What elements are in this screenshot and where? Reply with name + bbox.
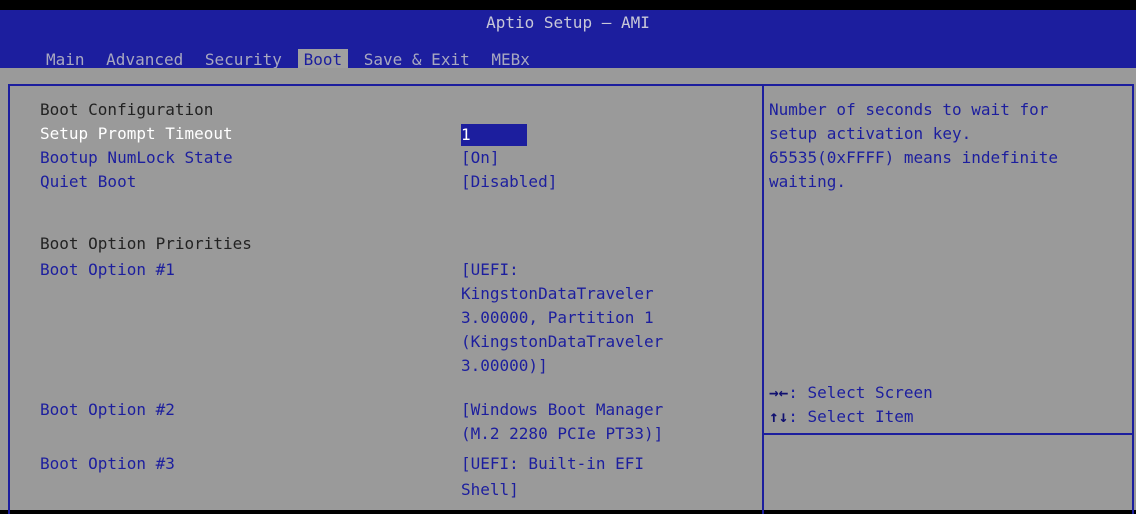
- app-title: Aptio Setup – AMI: [486, 13, 650, 32]
- boot-option-2-label[interactable]: Boot Option #2: [40, 398, 175, 422]
- bios-setup-screen: Aptio Setup – AMI Main Advanced Security…: [0, 0, 1136, 514]
- help-text-line: waiting.: [769, 172, 847, 191]
- header-bar: Aptio Setup – AMI Main Advanced Security…: [0, 10, 1136, 71]
- section-title-boot-configuration: Boot Configuration: [40, 100, 214, 119]
- vertical-divider: [762, 84, 764, 514]
- key-select-item: ↑↓: Select Item: [769, 405, 933, 429]
- key-select-item-text: : Select Item: [788, 407, 914, 426]
- bootup-numlock-label[interactable]: Bootup NumLock State: [40, 146, 233, 170]
- boot-option-1-value-line[interactable]: (KingstonDataTraveler: [461, 330, 663, 354]
- key-select-screen-text: : Select Screen: [788, 383, 933, 402]
- help-text-line: 65535(0xFFFF) means indefinite: [769, 148, 1058, 167]
- quiet-boot-label[interactable]: Quiet Boot: [40, 170, 136, 194]
- boot-option-1-value-line[interactable]: 3.00000)]: [461, 354, 548, 378]
- bootup-numlock-value[interactable]: [On]: [461, 146, 500, 170]
- help-panel: Number of seconds to wait for setup acti…: [769, 98, 1129, 194]
- help-text-line: Number of seconds to wait for: [769, 100, 1049, 119]
- help-divider: [764, 433, 1132, 435]
- setup-prompt-timeout-field[interactable]: 1: [461, 124, 527, 146]
- boot-option-2-value-line[interactable]: (M.2 2280 PCIe PT33)]: [461, 422, 663, 446]
- setup-prompt-timeout-label[interactable]: Setup Prompt Timeout: [40, 122, 233, 146]
- boot-option-3-value-line[interactable]: Shell]: [461, 478, 519, 502]
- boot-option-3-value-line[interactable]: [UEFI: Built-in EFI: [461, 452, 644, 476]
- key-select-screen: →←: Select Screen: [769, 381, 933, 405]
- boot-option-1-label[interactable]: Boot Option #1: [40, 258, 175, 282]
- left-right-arrows-icon: →←: [769, 383, 789, 402]
- boot-option-2-value-line[interactable]: [Windows Boot Manager: [461, 398, 663, 422]
- quiet-boot-value[interactable]: [Disabled]: [461, 170, 557, 194]
- boot-option-3-label[interactable]: Boot Option #3: [40, 452, 175, 476]
- key-legend: →←: Select Screen ↑↓: Select Item: [769, 381, 933, 429]
- boot-option-1-value-line[interactable]: KingstonDataTraveler: [461, 282, 654, 306]
- boot-option-1-value-line[interactable]: [UEFI:: [461, 258, 519, 282]
- main-panel: Boot Configuration Setup Prompt Timeout …: [0, 68, 1136, 514]
- up-down-arrows-icon: ↑↓: [769, 407, 789, 426]
- section-title-boot-option-priorities: Boot Option Priorities: [40, 234, 252, 253]
- help-text-line: setup activation key.: [769, 124, 972, 143]
- boot-option-1-value-line[interactable]: 3.00000, Partition 1: [461, 306, 654, 330]
